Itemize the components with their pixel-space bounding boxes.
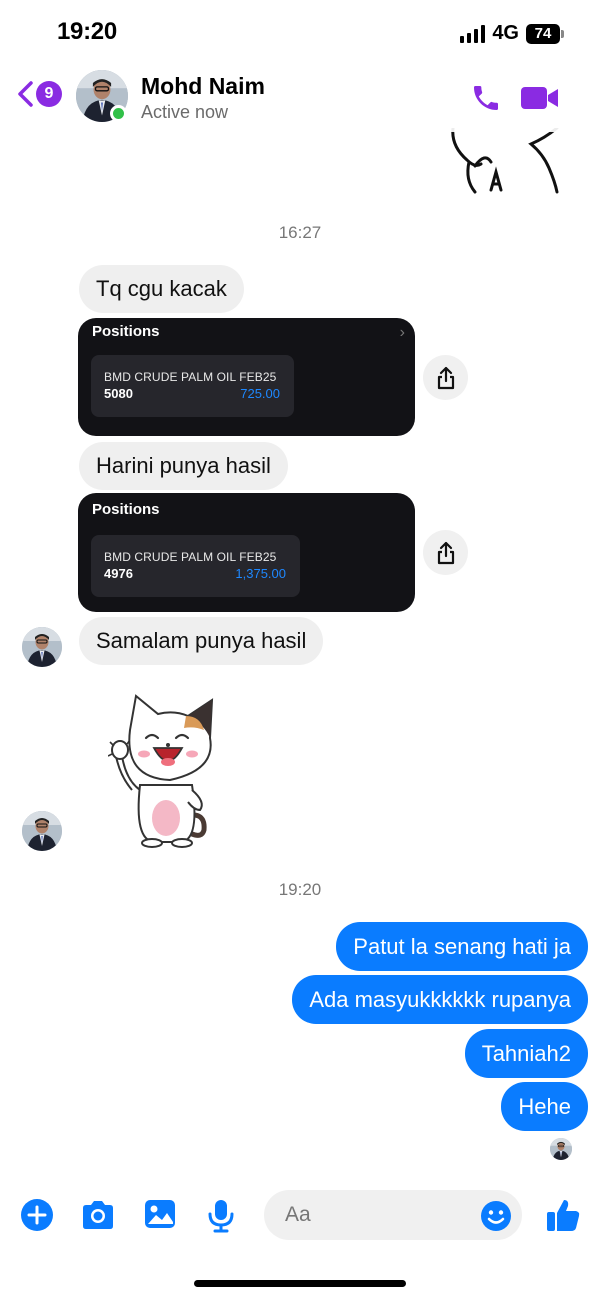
shared-image-positions-2[interactable]: Positions BMD CRUDE PALM OIL FEB25 4976 … xyxy=(78,493,415,612)
unread-badge: 9 xyxy=(36,81,62,107)
message-timestamp: 16:27 xyxy=(278,223,322,242)
share-button[interactable] xyxy=(423,530,468,575)
online-status-dot xyxy=(110,105,127,122)
camera-button[interactable] xyxy=(80,1198,116,1237)
position-pnl: 725.00 xyxy=(240,386,280,401)
network-type: 4G xyxy=(492,22,519,44)
contact-status: Active now xyxy=(141,102,229,122)
emoji-button[interactable] xyxy=(480,1200,512,1237)
sender-avatar[interactable] xyxy=(22,811,62,851)
chevron-left-icon xyxy=(18,81,33,107)
signal-icon xyxy=(460,24,486,43)
share-icon xyxy=(437,541,454,564)
voice-call-button[interactable] xyxy=(470,82,502,119)
microphone-icon xyxy=(208,1200,234,1233)
share-button[interactable] xyxy=(423,355,468,400)
message-timestamp: 19:20 xyxy=(278,880,322,899)
status-bar: 19:20 4G 74 xyxy=(0,0,600,62)
add-button[interactable] xyxy=(20,1198,54,1237)
home-indicator xyxy=(194,1280,406,1287)
status-indicators: 4G 74 xyxy=(460,22,564,45)
smile-icon xyxy=(481,1201,511,1231)
gallery-button[interactable] xyxy=(143,1198,177,1235)
thumbs-up-icon xyxy=(547,1200,580,1231)
image-icon xyxy=(145,1200,175,1228)
message-composer xyxy=(0,1180,600,1255)
chevron-right-icon: › xyxy=(399,324,405,341)
position-card: BMD CRUDE PALM OIL FEB25 5080 725.00 xyxy=(91,355,294,417)
camera-icon xyxy=(83,1201,113,1229)
status-time: 19:20 xyxy=(57,18,117,45)
position-symbol: BMD CRUDE PALM OIL FEB25 xyxy=(104,550,277,564)
position-quantity: 4976 xyxy=(104,566,133,581)
voice-message-button[interactable] xyxy=(207,1198,235,1239)
seen-receipt-avatar xyxy=(550,1138,572,1160)
incoming-message[interactable]: Samalam punya hasil xyxy=(79,617,324,665)
outgoing-message[interactable]: Hehe xyxy=(501,1082,588,1131)
video-camera-icon xyxy=(521,87,558,109)
position-quantity: 5080 xyxy=(104,386,133,401)
back-button[interactable]: 9 xyxy=(16,80,62,108)
share-icon xyxy=(437,366,454,389)
outgoing-message[interactable]: Tahniah2 xyxy=(464,1029,588,1078)
contact-name[interactable]: Mohd Naim xyxy=(141,73,265,100)
position-card: BMD CRUDE PALM OIL FEB25 4976 1,375.00 xyxy=(91,535,300,597)
video-call-button[interactable] xyxy=(520,84,560,117)
battery-icon: 74 xyxy=(526,23,564,44)
plus-circle-icon xyxy=(21,1199,53,1231)
position-symbol: BMD CRUDE PALM OIL FEB25 xyxy=(104,370,277,384)
incoming-message[interactable]: Tq cgu kacak xyxy=(79,265,244,313)
positions-title: Positions xyxy=(92,323,160,340)
sticker-partial xyxy=(445,126,565,198)
position-pnl: 1,375.00 xyxy=(235,566,286,581)
like-button[interactable] xyxy=(545,1197,581,1238)
incoming-message[interactable]: Harini punya hasil xyxy=(79,442,288,490)
chat-header: 9 Mohd Naim Active now xyxy=(0,62,600,132)
shared-image-positions-1[interactable]: Positions › BMD CRUDE PALM OIL FEB25 508… xyxy=(78,318,415,436)
outgoing-message[interactable]: Patut la senang hati ja xyxy=(336,922,588,971)
positions-title: Positions xyxy=(92,501,160,518)
phone-icon xyxy=(474,86,498,110)
outgoing-message[interactable]: Ada masyukkkkkk rupanya xyxy=(292,975,588,1024)
sender-avatar[interactable] xyxy=(22,627,62,667)
cat-sticker[interactable] xyxy=(107,690,223,850)
